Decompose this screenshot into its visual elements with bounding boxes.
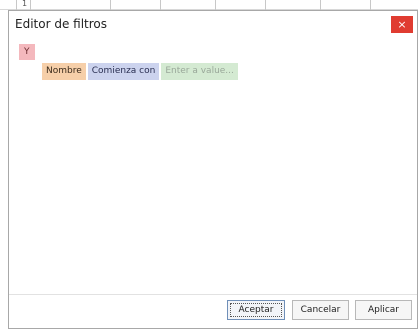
- grid-line: [16, 0, 17, 10]
- group-operator-button[interactable]: Y: [19, 44, 35, 60]
- grid-line: [30, 0, 31, 10]
- grid-line: [160, 0, 161, 10]
- apply-button-label: Aplicar: [367, 305, 400, 315]
- grid-line: [110, 0, 111, 10]
- ok-button[interactable]: Aceptar: [227, 300, 285, 320]
- dialog-title: Editor de filtros: [15, 17, 108, 31]
- grid-line: [320, 0, 321, 10]
- grid-line: [215, 0, 216, 10]
- grid-line: [370, 0, 371, 10]
- condition-value-input[interactable]: Enter a value...: [161, 63, 238, 80]
- close-button[interactable]: ×: [391, 16, 413, 33]
- cancel-button[interactable]: Cancelar: [292, 300, 349, 320]
- condition-operator-button[interactable]: Comienza con: [87, 63, 160, 80]
- cancel-button-label: Cancelar: [300, 305, 341, 315]
- footer-divider: [9, 294, 417, 295]
- filter-condition-row: Nombre Comienza con Enter a value...: [42, 63, 238, 80]
- close-icon: ×: [397, 18, 407, 31]
- ok-button-label: Aceptar: [238, 305, 274, 315]
- apply-button[interactable]: Aplicar: [355, 300, 412, 320]
- condition-field-button[interactable]: Nombre: [42, 63, 86, 80]
- background-cell-text: 1: [22, 0, 28, 8]
- filter-editor-dialog: Editor de filtros × Y Nombre Comienza co…: [8, 10, 418, 329]
- grid-line: [265, 0, 266, 10]
- dialog-titlebar: Editor de filtros ×: [9, 11, 417, 38]
